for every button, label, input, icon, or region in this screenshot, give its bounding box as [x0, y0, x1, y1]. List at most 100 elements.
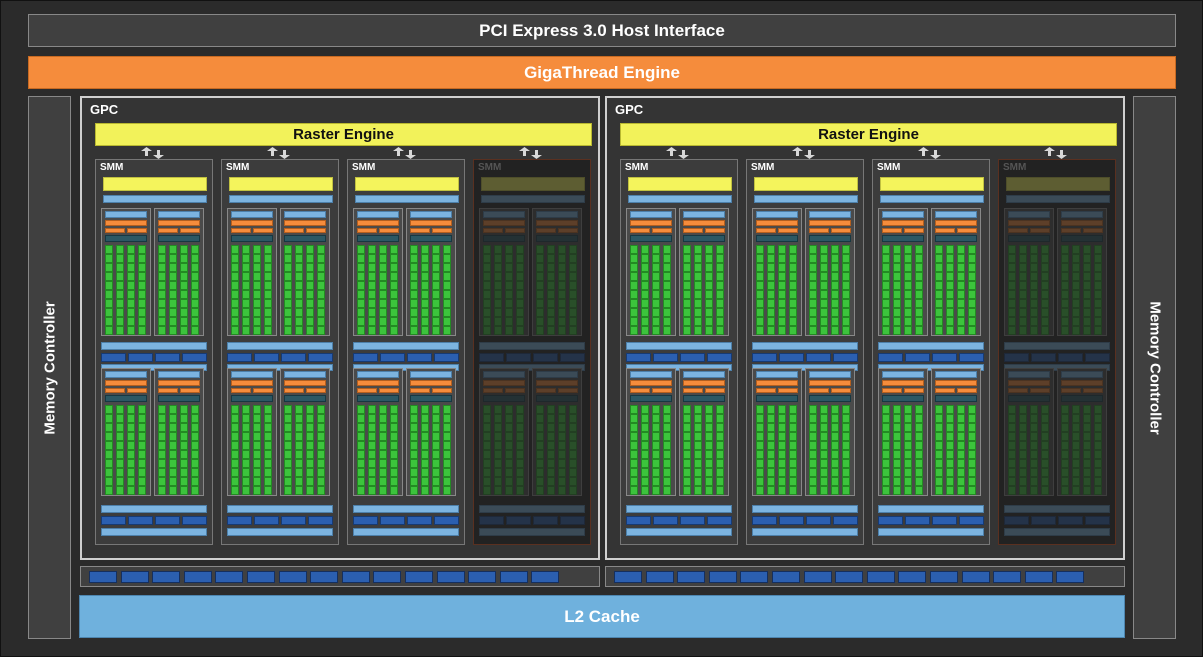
cuda-core	[1008, 423, 1016, 432]
cuda-core	[1041, 405, 1049, 414]
instruction-buffer	[1004, 342, 1110, 350]
cuda-core	[169, 290, 177, 299]
cuda-core	[893, 272, 901, 281]
cuda-core	[357, 477, 365, 486]
raster-engine: Raster Engine	[620, 123, 1117, 146]
register-file	[158, 395, 200, 402]
cuda-core	[915, 441, 923, 450]
cuda-core	[547, 432, 555, 441]
cuda-core	[809, 459, 817, 468]
cuda-core	[842, 432, 850, 441]
cuda-core	[368, 432, 376, 441]
cuda-core	[694, 308, 702, 317]
cuda-core	[893, 414, 901, 423]
cuda-core	[357, 441, 365, 450]
dispatch-unit	[935, 228, 955, 233]
cuda-core	[694, 317, 702, 326]
cuda-core	[231, 326, 239, 335]
polymorph-engine	[628, 177, 732, 191]
cuda-core	[264, 254, 272, 263]
gpc-label: GPC	[615, 102, 644, 117]
memory-partition-cell	[961, 571, 990, 583]
warp-scheduler	[483, 371, 525, 378]
cuda-core	[789, 281, 797, 290]
cuda-core	[253, 326, 261, 335]
cuda-core	[505, 459, 513, 468]
cuda-core	[158, 299, 166, 308]
cuda-core	[809, 477, 817, 486]
cuda-core	[505, 254, 513, 263]
cuda-core	[138, 272, 146, 281]
cuda-core	[756, 281, 764, 290]
double-arrow-icon	[267, 147, 290, 159]
cuda-core	[379, 299, 387, 308]
cuda-core	[127, 281, 135, 290]
cuda-core	[882, 254, 890, 263]
cuda-core	[138, 254, 146, 263]
cuda-core	[242, 468, 250, 477]
cuda-core	[957, 254, 965, 263]
smm-subblock	[752, 368, 802, 496]
cuda-core	[432, 432, 440, 441]
cuda-core	[683, 299, 691, 308]
cuda-core	[641, 254, 649, 263]
dispatch-unit	[158, 220, 200, 226]
cuda-core	[716, 432, 724, 441]
register-file	[483, 235, 525, 242]
gpu-block-diagram: PCI Express 3.0 Host Interface GigaThrea…	[0, 0, 1203, 657]
cuda-core	[778, 423, 786, 432]
cuda-core	[494, 308, 502, 317]
cuda-core	[158, 459, 166, 468]
cuda-core	[809, 272, 817, 281]
cuda-core	[778, 468, 786, 477]
cuda-core	[138, 290, 146, 299]
cuda-core	[820, 263, 828, 272]
cuda-core	[663, 450, 671, 459]
cuda-core	[1083, 432, 1091, 441]
instruction-cache	[355, 195, 459, 203]
cuda-core	[904, 299, 912, 308]
cuda-core	[1094, 263, 1102, 272]
cuda-core	[443, 254, 451, 263]
warp-scheduler	[809, 371, 851, 378]
cuda-core	[946, 317, 954, 326]
cuda-core	[547, 290, 555, 299]
cuda-core	[368, 263, 376, 272]
cuda-core	[158, 290, 166, 299]
cuda-core	[536, 281, 544, 290]
cuda-core	[882, 245, 890, 254]
cuda-core	[716, 468, 724, 477]
cuda-core	[421, 245, 429, 254]
cuda-core	[716, 290, 724, 299]
cuda-core	[432, 254, 440, 263]
cuda-core	[882, 486, 890, 495]
smm: SMM	[746, 159, 864, 545]
cuda-core	[284, 414, 292, 423]
cuda-core	[180, 432, 188, 441]
memory-partition-cell	[708, 571, 737, 583]
cuda-core	[253, 450, 261, 459]
texture-unit	[560, 353, 585, 362]
smm-subblock	[227, 208, 277, 336]
smm: SMM	[95, 159, 213, 545]
double-arrow-icon	[792, 147, 815, 159]
cuda-core	[242, 405, 250, 414]
cuda-core	[138, 432, 146, 441]
register-file	[536, 235, 578, 242]
cuda-core	[317, 432, 325, 441]
cuda-core	[915, 308, 923, 317]
cuda-core	[421, 254, 429, 263]
cuda-core	[1072, 441, 1080, 450]
cuda-core	[317, 477, 325, 486]
cuda-core	[935, 432, 943, 441]
cuda-core	[536, 299, 544, 308]
cuda-core	[569, 450, 577, 459]
cuda-core	[1061, 263, 1069, 272]
cuda-core	[882, 468, 890, 477]
cuda-core	[558, 317, 566, 326]
cuda-core	[368, 299, 376, 308]
cuda-core	[652, 308, 660, 317]
cuda-core	[127, 317, 135, 326]
cuda-core	[116, 486, 124, 495]
cuda-core	[767, 299, 775, 308]
